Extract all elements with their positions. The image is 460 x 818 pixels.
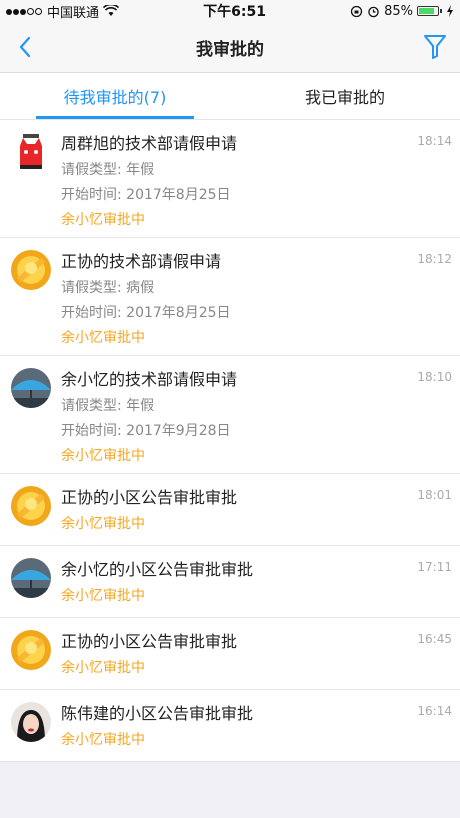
avatar (10, 132, 51, 172)
avatar (10, 558, 51, 598)
leave-type: 请假类型: 年假 (61, 162, 155, 178)
status-label: 余小忆审批中 (61, 448, 145, 464)
item-time: 16:14 (417, 704, 452, 718)
status-right: 85% (350, 4, 454, 19)
item-time: 18:12 (417, 252, 452, 266)
avatar (10, 250, 51, 290)
item-title: 余小忆的小区公告审批审批 (61, 560, 254, 579)
back-button[interactable] (0, 22, 50, 72)
item-time: 18:10 (417, 370, 452, 384)
battery-percent: 85% (384, 3, 413, 19)
carrier-label: 中国联通 (47, 5, 100, 21)
leave-type: 请假类型: 病假 (61, 280, 155, 296)
avatar (10, 630, 51, 670)
list-item[interactable]: 余小忆的技术部请假申请 18:10 请假类型: 年假 开始时间: 2017年9月… (0, 356, 460, 474)
page-title: 我审批的 (196, 39, 264, 60)
battery-icon (417, 6, 442, 16)
avatar (10, 486, 51, 526)
leave-type: 请假类型: 年假 (61, 398, 155, 414)
chevron-left-icon (19, 36, 31, 58)
filter-icon (424, 35, 446, 59)
avatar (10, 702, 51, 742)
signal-icon (6, 4, 43, 19)
list-item[interactable]: 正协的小区公告审批审批 18:01 余小忆审批中 (0, 474, 460, 546)
charging-icon (447, 5, 453, 17)
status-time: 下午6:51 (203, 4, 266, 20)
status-label: 余小忆审批中 (61, 212, 145, 228)
status-label: 余小忆审批中 (61, 732, 145, 748)
start-time: 开始时间: 2017年8月25日 (61, 187, 231, 203)
list-item[interactable]: 余小忆的小区公告审批审批 17:11 余小忆审批中 (0, 546, 460, 618)
status-left: 中国联通 (6, 2, 120, 21)
filter-button[interactable] (410, 22, 460, 72)
item-time: 17:11 (417, 560, 452, 574)
status-label: 余小忆审批中 (61, 660, 145, 676)
item-title: 正协的小区公告审批审批 (61, 632, 238, 651)
tab-bar: 待我审批的(7) 我已审批的 (0, 73, 460, 120)
tab-approved[interactable]: 我已审批的 (230, 73, 460, 119)
item-title: 正协的小区公告审批审批 (61, 488, 238, 507)
item-title: 周群旭的技术部请假申请 (61, 134, 238, 153)
item-time: 16:45 (417, 632, 452, 646)
status-label: 余小忆审批中 (61, 330, 145, 346)
rotation-lock-icon (350, 5, 363, 17)
alarm-icon (368, 6, 379, 17)
nav-bar: 我审批的 (0, 22, 460, 73)
item-title: 陈伟建的小区公告审批审批 (61, 704, 254, 723)
item-time: 18:14 (417, 134, 452, 148)
list-item[interactable]: 正协的技术部请假申请 18:12 请假类型: 病假 开始时间: 2017年8月2… (0, 238, 460, 356)
status-label: 余小忆审批中 (61, 588, 145, 604)
status-label: 余小忆审批中 (61, 516, 145, 532)
item-title: 正协的技术部请假申请 (61, 252, 222, 271)
item-time: 18:01 (417, 488, 452, 502)
approval-list: 周群旭的技术部请假申请 18:14 请假类型: 年假 开始时间: 2017年8月… (0, 120, 460, 762)
list-item[interactable]: 陈伟建的小区公告审批审批 16:14 余小忆审批中 (0, 690, 460, 762)
item-title: 余小忆的技术部请假申请 (61, 370, 238, 389)
list-item[interactable]: 周群旭的技术部请假申请 18:14 请假类型: 年假 开始时间: 2017年8月… (0, 120, 460, 238)
list-item[interactable]: 正协的小区公告审批审批 16:45 余小忆审批中 (0, 618, 460, 690)
wifi-icon (103, 5, 120, 16)
start-time: 开始时间: 2017年8月25日 (61, 305, 231, 321)
start-time: 开始时间: 2017年9月28日 (61, 423, 231, 439)
tab-pending-approval[interactable]: 待我审批的(7) (0, 73, 230, 119)
avatar (10, 368, 51, 408)
status-bar: 中国联通 下午6:51 85% (0, 0, 460, 22)
